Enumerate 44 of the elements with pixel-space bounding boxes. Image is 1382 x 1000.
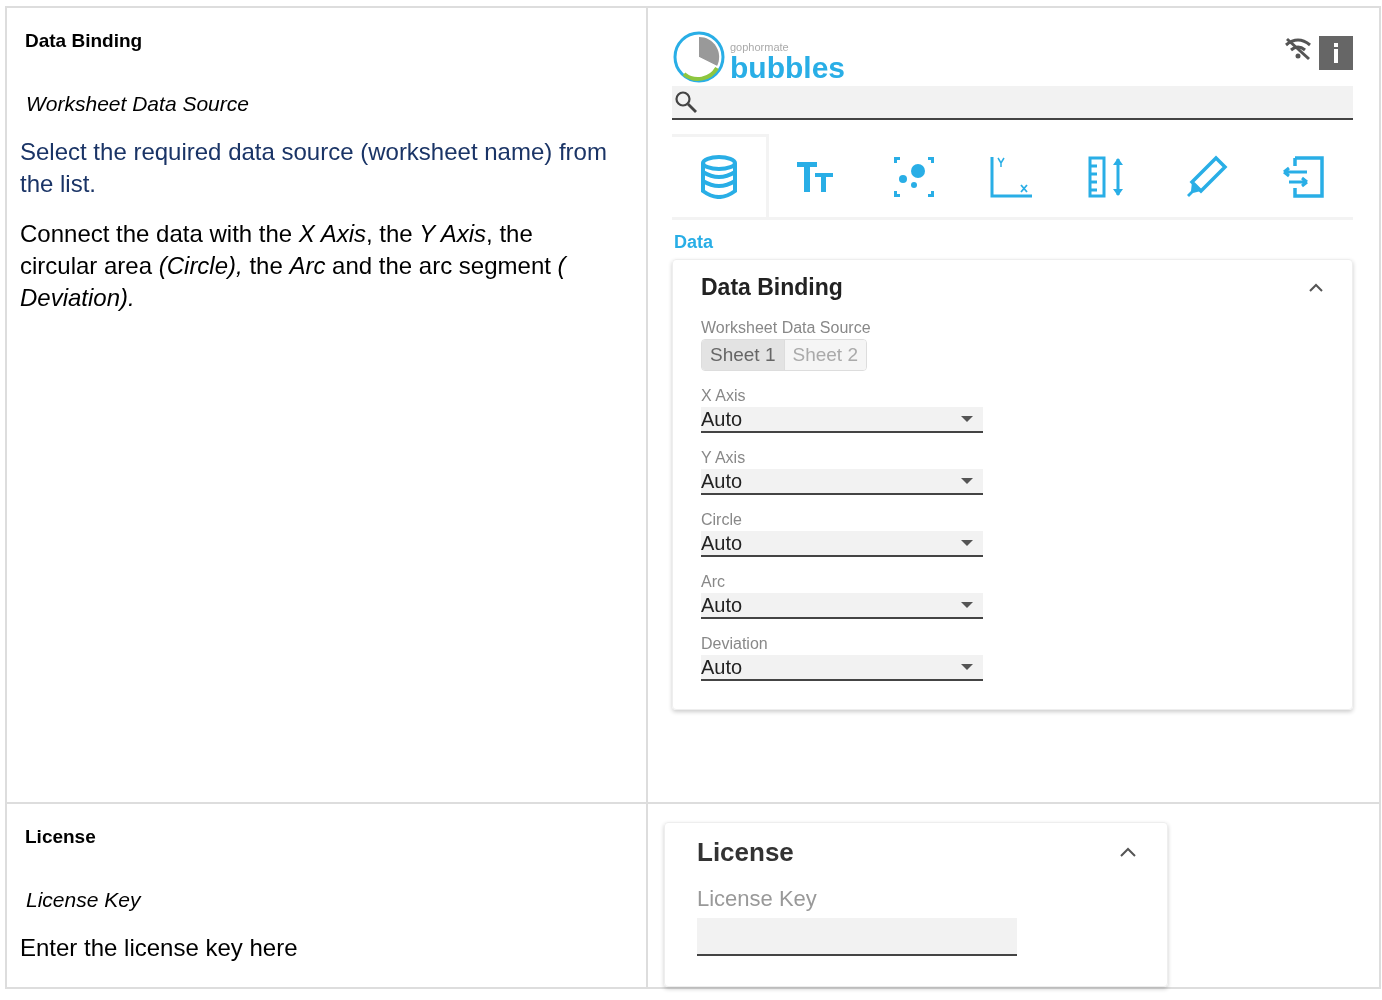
description-text: Enter the license key here <box>20 933 299 963</box>
dropdown-field[interactable]: Auto <box>701 407 983 433</box>
tab[interactable] <box>672 134 770 217</box>
field-name: License Key <box>26 888 143 912</box>
section-label: Data <box>674 232 714 253</box>
field-label: Deviation <box>701 635 769 653</box>
info-icon[interactable] <box>1319 36 1353 70</box>
dropdown-caret-icon <box>961 663 973 671</box>
logo-icon <box>672 30 726 84</box>
brand-tagline: gophormate <box>730 41 790 53</box>
collapse-icon[interactable] <box>1119 847 1137 858</box>
brand-name: bubbles <box>730 52 845 83</box>
search-field[interactable] <box>672 86 1353 120</box>
field-name: Worksheet Data Source <box>26 92 250 116</box>
dropdown-caret-icon <box>961 415 973 423</box>
collapse-icon[interactable] <box>1308 282 1324 293</box>
card-title: Data Binding <box>701 274 843 301</box>
dropdown-field[interactable]: Auto <box>701 469 983 495</box>
dropdown-caret-icon <box>961 539 973 547</box>
field-label: X Axis <box>701 387 747 405</box>
axes-icon <box>989 155 1033 199</box>
field-label: Worksheet Data Source <box>701 319 872 337</box>
database-icon <box>700 155 739 199</box>
wifi-off-icon[interactable] <box>1283 36 1313 62</box>
note-text: Connect the data with the X Axis, the Y Axis, the circular area (Circle), the Arc and the arc segment ( Deviation). <box>20 219 568 313</box>
field-label: License Key <box>697 886 818 912</box>
scatter-icon <box>891 155 936 199</box>
card-title: License <box>697 837 794 868</box>
field-label: Circle <box>701 511 743 529</box>
dropdown-caret-icon <box>961 477 973 485</box>
sheet-option[interactable]: Sheet 1 <box>702 340 785 370</box>
section-heading: License <box>25 826 97 848</box>
field-label: Y Axis <box>701 449 747 467</box>
export-icon <box>1280 155 1325 199</box>
license-key-field[interactable] <box>697 918 1017 956</box>
text-size-icon <box>797 160 836 194</box>
description-text: Select the required data source (worksheet name) from the list. <box>20 137 608 199</box>
dropdown-field[interactable]: Auto <box>701 655 983 681</box>
dropdown-caret-icon <box>961 601 973 609</box>
search-icon <box>674 90 698 114</box>
dropdown-field[interactable]: Auto <box>701 593 983 619</box>
dropdown-field[interactable]: Auto <box>701 531 983 557</box>
section-heading: Data Binding <box>25 30 144 52</box>
field-label: Arc <box>701 573 726 591</box>
